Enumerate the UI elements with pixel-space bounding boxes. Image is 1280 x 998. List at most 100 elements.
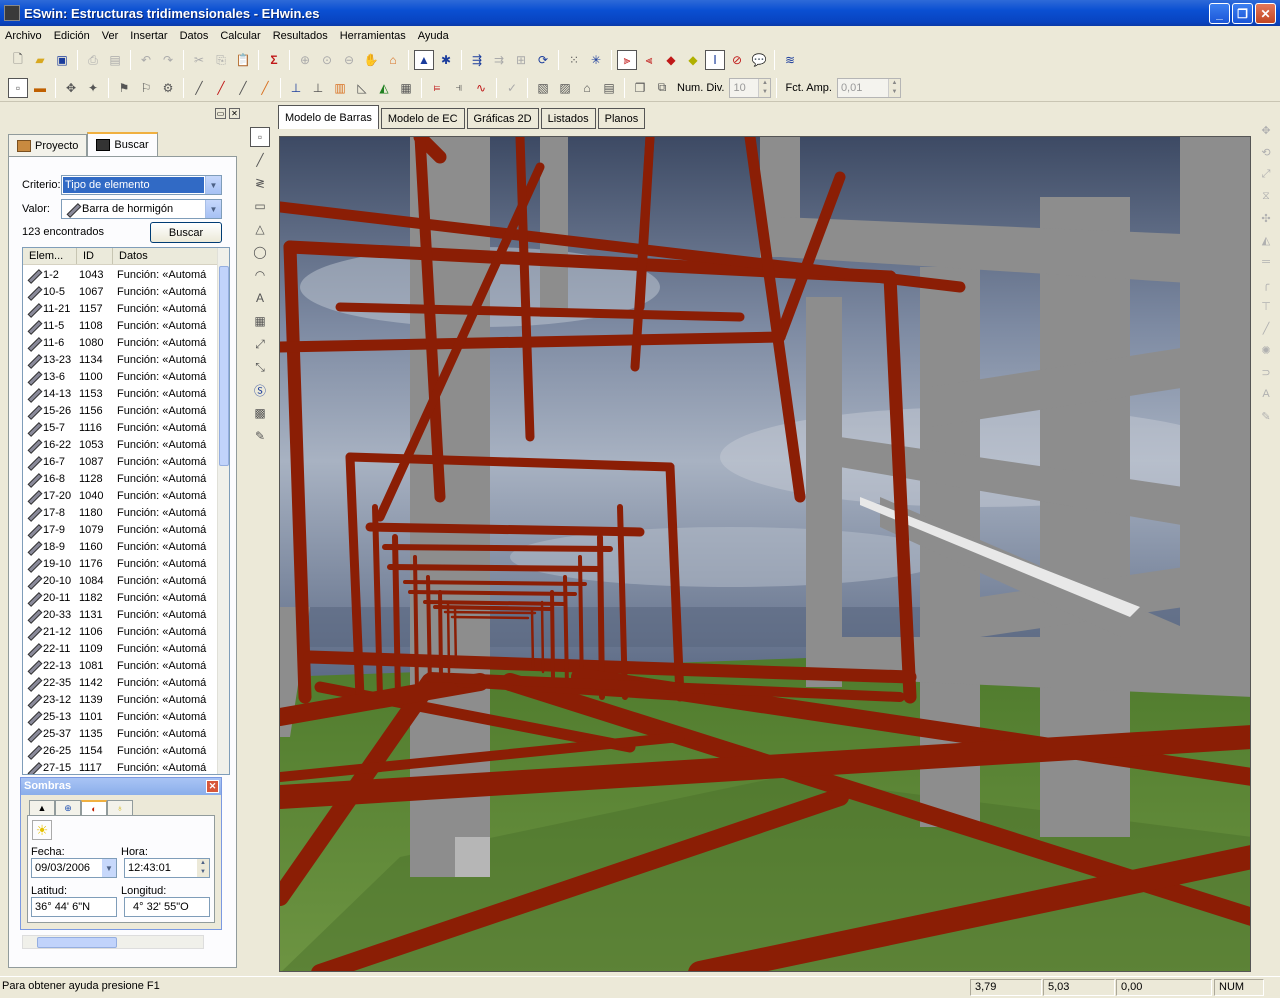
list-item[interactable]: 19-10 1176 Función: «Automá: [23, 555, 219, 572]
pointer-icon[interactable]: ▫: [250, 127, 270, 147]
scale-icon[interactable]: ⤢: [1256, 164, 1276, 184]
walk-icon[interactable]: ✱: [436, 50, 456, 70]
menu-insertar[interactable]: Insertar: [124, 30, 173, 42]
horizontal-scrollbar[interactable]: [22, 935, 204, 949]
tab-shadow-half[interactable]: ◐: [81, 800, 107, 815]
list-item[interactable]: 25-37 1135 Función: «Automá: [23, 725, 219, 742]
list-item[interactable]: 27-15 1117 Función: «Automá: [23, 759, 219, 774]
list-item[interactable]: 16-8 1128 Función: «Automá: [23, 470, 219, 487]
fillet-icon[interactable]: ╭: [1256, 274, 1276, 294]
tab-graficas-2d[interactable]: Gráficas 2D: [466, 108, 539, 129]
tab-planos[interactable]: Planos: [597, 108, 646, 129]
list-scrollbar[interactable]: [217, 248, 229, 774]
tab-modelo-ec[interactable]: Modelo de EC: [380, 108, 465, 129]
explode-icon[interactable]: ✺: [1256, 340, 1276, 360]
list-item[interactable]: 22-11 1109 Función: «Automá: [23, 640, 219, 657]
buscar-button[interactable]: Buscar: [150, 222, 222, 243]
copy-view-icon[interactable]: ❐: [630, 78, 650, 98]
copy-array-icon[interactable]: ✣: [1256, 208, 1276, 228]
tab-listados[interactable]: Listados: [540, 108, 596, 129]
menu-datos[interactable]: Datos: [174, 30, 215, 42]
new-file-icon[interactable]: 🗋: [8, 50, 28, 70]
fecha-field[interactable]: 09/03/2006 ▼: [31, 858, 117, 878]
load-point-icon[interactable]: ⊥: [308, 78, 328, 98]
tab-shadow-globe[interactable]: ⊕: [55, 800, 81, 815]
open-folder-icon[interactable]: ▰: [30, 50, 50, 70]
hatch-icon[interactable]: ▦: [250, 311, 270, 331]
list-item[interactable]: 18-9 1160 Función: «Automá: [23, 538, 219, 555]
list-item[interactable]: 16-22 1053 Función: «Automá: [23, 436, 219, 453]
text-edit-icon[interactable]: A: [1256, 384, 1276, 404]
text-icon[interactable]: A: [250, 288, 270, 308]
menu-edicion[interactable]: Edición: [48, 30, 96, 42]
pane-close-icon[interactable]: ✕: [229, 108, 240, 119]
hora-spin-icon[interactable]: ▲ ▼: [197, 859, 209, 877]
valor-select[interactable]: Barra de hormigón ▼: [61, 199, 222, 219]
list-item[interactable]: 13-23 1134 Función: «Automá: [23, 351, 219, 368]
list-item[interactable]: 11-6 1080 Función: «Automá: [23, 334, 219, 351]
home2-icon[interactable]: ⌂: [577, 78, 597, 98]
circle-icon[interactable]: ◯: [250, 242, 270, 262]
check-icon[interactable]: ✓: [502, 78, 522, 98]
hora-field[interactable]: 12:43:01 ▲ ▼: [124, 858, 210, 878]
symmetry-icon[interactable]: ◭: [1256, 230, 1276, 250]
list-item[interactable]: 20-11 1182 Función: «Automá: [23, 589, 219, 606]
pan-hand-icon[interactable]: ✋: [361, 50, 381, 70]
chevron-down-icon[interactable]: ▼: [205, 200, 221, 218]
tab-modelo-barras[interactable]: Modelo de Barras: [278, 105, 379, 129]
minimize-button[interactable]: _: [1209, 3, 1230, 24]
slab-icon[interactable]: ▬: [30, 78, 50, 98]
print-icon[interactable]: ⎙: [83, 50, 103, 70]
fct-amp-spinner[interactable]: 0,01 ▲ ▼: [836, 77, 901, 98]
chevron-down-icon[interactable]: ▼: [102, 859, 116, 877]
rectangle-icon[interactable]: ▭: [250, 196, 270, 216]
tab-buscar[interactable]: Buscar: [87, 132, 158, 156]
dimension-icon[interactable]: ⤢: [250, 334, 270, 354]
list-item[interactable]: 22-13 1081 Función: «Automá: [23, 657, 219, 674]
view-bars-icon[interactable]: ⇉: [489, 50, 509, 70]
list-item[interactable]: 14-13 1153 Función: «Automá: [23, 385, 219, 402]
arc-icon[interactable]: ◠: [250, 265, 270, 285]
3d-viewport[interactable]: [279, 136, 1251, 972]
list-item[interactable]: 15-26 1156 Función: «Automá: [23, 402, 219, 419]
latitud-field[interactable]: 36° 44' 6"N: [31, 897, 117, 917]
list-item[interactable]: 17-8 1180 Función: «Automá: [23, 504, 219, 521]
bar-steel-icon[interactable]: ╱: [233, 78, 253, 98]
list-item[interactable]: 11-21 1157 Función: «Automá: [23, 300, 219, 317]
extend-icon[interactable]: ╱: [1256, 318, 1276, 338]
col-datos[interactable]: Datos: [113, 248, 219, 264]
refresh-icon[interactable]: ⟳: [533, 50, 553, 70]
undo-icon[interactable]: ↶: [136, 50, 156, 70]
symbol-icon[interactable]: Ⓢ: [250, 380, 270, 400]
view-nodes-icon[interactable]: ⇶: [467, 50, 487, 70]
triangle-icon[interactable]: △: [250, 219, 270, 239]
trim-icon[interactable]: ⊤: [1256, 296, 1276, 316]
sun-icon[interactable]: ☀: [32, 820, 52, 840]
view-supports-icon[interactable]: ⊞: [511, 50, 531, 70]
chevron-down-icon[interactable]: ▼: [205, 176, 221, 194]
spring-icon[interactable]: ⚙: [158, 78, 178, 98]
mirror-icon[interactable]: ⧖: [1256, 186, 1276, 206]
menu-herramientas[interactable]: Herramientas: [334, 30, 412, 42]
node-icon[interactable]: ✥: [61, 78, 81, 98]
rotate-icon[interactable]: ⟲: [1256, 142, 1276, 162]
num-div-spinner[interactable]: 10 ▲ ▼: [729, 77, 772, 98]
redo-icon[interactable]: ↷: [158, 50, 178, 70]
list-item[interactable]: 21-12 1106 Función: «Automá: [23, 623, 219, 640]
menu-resultados[interactable]: Resultados: [267, 30, 334, 42]
no-section-icon[interactable]: ⊘: [727, 50, 747, 70]
menu-ver[interactable]: Ver: [96, 30, 125, 42]
erase-icon[interactable]: ✎: [1256, 406, 1276, 426]
load-uniform-icon[interactable]: ⊥: [286, 78, 306, 98]
tab-shadow-light[interactable]: ♁: [107, 800, 133, 815]
export-icon[interactable]: ⧉: [652, 78, 672, 98]
home-view-icon[interactable]: ⌂: [383, 50, 403, 70]
list-item[interactable]: 11-5 1108 Función: «Automá: [23, 317, 219, 334]
line-icon[interactable]: ╱: [250, 150, 270, 170]
select-icon[interactable]: ▫: [8, 77, 28, 98]
join-icon[interactable]: ⊃: [1256, 362, 1276, 382]
copy-icon[interactable]: ⎘: [211, 50, 231, 70]
list-item[interactable]: 13-6 1100 Función: «Automá: [23, 368, 219, 385]
menu-ayuda[interactable]: Ayuda: [412, 30, 455, 42]
comment-icon[interactable]: 💬: [749, 50, 769, 70]
